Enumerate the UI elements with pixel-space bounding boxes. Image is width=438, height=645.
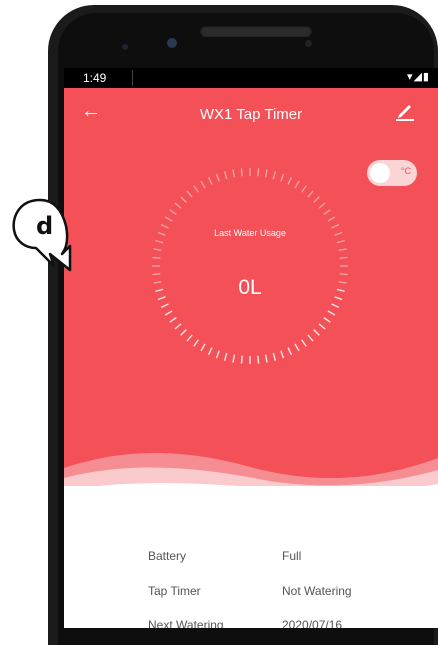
gauge-tick bbox=[153, 248, 162, 252]
gauge-tick bbox=[264, 169, 268, 178]
gauge-tick bbox=[193, 185, 199, 193]
gauge-tick bbox=[318, 323, 326, 330]
gauge-tick bbox=[280, 173, 285, 182]
toggle-unit-label: °C bbox=[400, 166, 411, 176]
app-bar: ← WX1 Tap Timer bbox=[64, 88, 438, 140]
gauge-tick bbox=[307, 334, 314, 342]
status-divider bbox=[132, 70, 133, 86]
page-title: WX1 Tap Timer bbox=[199, 106, 303, 123]
gauge-tick bbox=[240, 168, 243, 177]
gauge-tick bbox=[232, 354, 236, 363]
gauge-tick bbox=[301, 185, 307, 193]
gauge-tick bbox=[272, 171, 277, 180]
app-screen: 1:49 ▾◢▮ ← WX1 Tap Timer °C Last Water U… bbox=[64, 68, 438, 628]
gauge-tick bbox=[186, 190, 193, 198]
gauge-tick bbox=[155, 239, 164, 244]
usage-gauge-ring bbox=[152, 168, 348, 364]
proximity-sensor bbox=[305, 40, 312, 47]
gauge-tick bbox=[223, 352, 228, 361]
gauge-tick bbox=[294, 343, 300, 352]
gauge-tick bbox=[338, 248, 347, 252]
gauge-tick bbox=[215, 350, 220, 359]
gauge-tick bbox=[301, 339, 307, 347]
detail-value: Not Watering bbox=[282, 584, 352, 598]
gauge-tick bbox=[152, 256, 161, 259]
gauge-tick bbox=[307, 190, 314, 198]
usage-label: Last Water Usage bbox=[214, 228, 286, 238]
gauge-tick bbox=[257, 355, 260, 364]
gauge-tick bbox=[186, 334, 193, 342]
gauge-tick bbox=[152, 273, 161, 276]
status-bar: 1:49 ▾◢▮ bbox=[64, 68, 438, 88]
usage-value: 0L bbox=[238, 276, 262, 299]
gauge-tick bbox=[169, 209, 177, 215]
gauge-tick bbox=[193, 339, 199, 347]
gauge-tick bbox=[180, 329, 187, 336]
gauge-tick bbox=[336, 239, 345, 244]
gauge-tick bbox=[287, 176, 293, 185]
gauge-tick bbox=[339, 256, 348, 259]
gauge-tick bbox=[313, 196, 320, 203]
gauge-tick bbox=[240, 355, 243, 364]
gauge-tick bbox=[200, 180, 206, 189]
gauge-tick bbox=[280, 350, 285, 359]
details-panel: Battery Full Tap Timer Not Watering Next… bbox=[64, 486, 438, 628]
toggle-knob bbox=[370, 163, 390, 183]
gauge-tick bbox=[169, 317, 177, 323]
gauge-tick bbox=[174, 202, 182, 209]
status-time: 1:49 bbox=[83, 71, 107, 85]
gauge-tick bbox=[294, 180, 300, 189]
gauge-tick bbox=[313, 329, 320, 336]
gauge-tick bbox=[223, 171, 228, 180]
earpiece-speaker bbox=[200, 25, 312, 37]
detail-value: Full bbox=[282, 549, 302, 563]
gauge-tick bbox=[174, 323, 182, 330]
gauge-tick bbox=[207, 176, 213, 185]
gauge-tick bbox=[207, 347, 213, 356]
gauge-tick bbox=[323, 317, 331, 323]
gauge-tick bbox=[272, 352, 277, 361]
gauge-tick bbox=[257, 168, 260, 177]
gauge-tick bbox=[160, 303, 169, 309]
gauge-tick bbox=[215, 173, 220, 182]
front-sensor bbox=[122, 44, 128, 50]
gauge-tick bbox=[180, 196, 187, 203]
gauge-tick bbox=[164, 216, 173, 222]
unit-toggle[interactable]: °C bbox=[367, 160, 417, 186]
gauge-tick bbox=[327, 216, 336, 222]
gauge-tick bbox=[323, 209, 331, 215]
gauge-tick bbox=[287, 347, 293, 356]
gauge-tick bbox=[327, 310, 336, 316]
detail-label: Tap Timer bbox=[148, 584, 201, 598]
status-icons: ▾◢▮ bbox=[406, 71, 430, 83]
gauge-tick bbox=[318, 202, 326, 209]
pencil-icon[interactable] bbox=[394, 100, 416, 122]
gauge-tick bbox=[164, 310, 173, 316]
callout-label: d bbox=[36, 212, 54, 240]
gauge-tick bbox=[331, 303, 340, 309]
gauge-tick bbox=[232, 169, 236, 178]
gauge-tick bbox=[200, 343, 206, 352]
gauge-tick bbox=[264, 354, 268, 363]
gauge-tick bbox=[339, 273, 348, 276]
front-camera bbox=[167, 38, 177, 48]
detail-label: Battery bbox=[148, 549, 187, 563]
